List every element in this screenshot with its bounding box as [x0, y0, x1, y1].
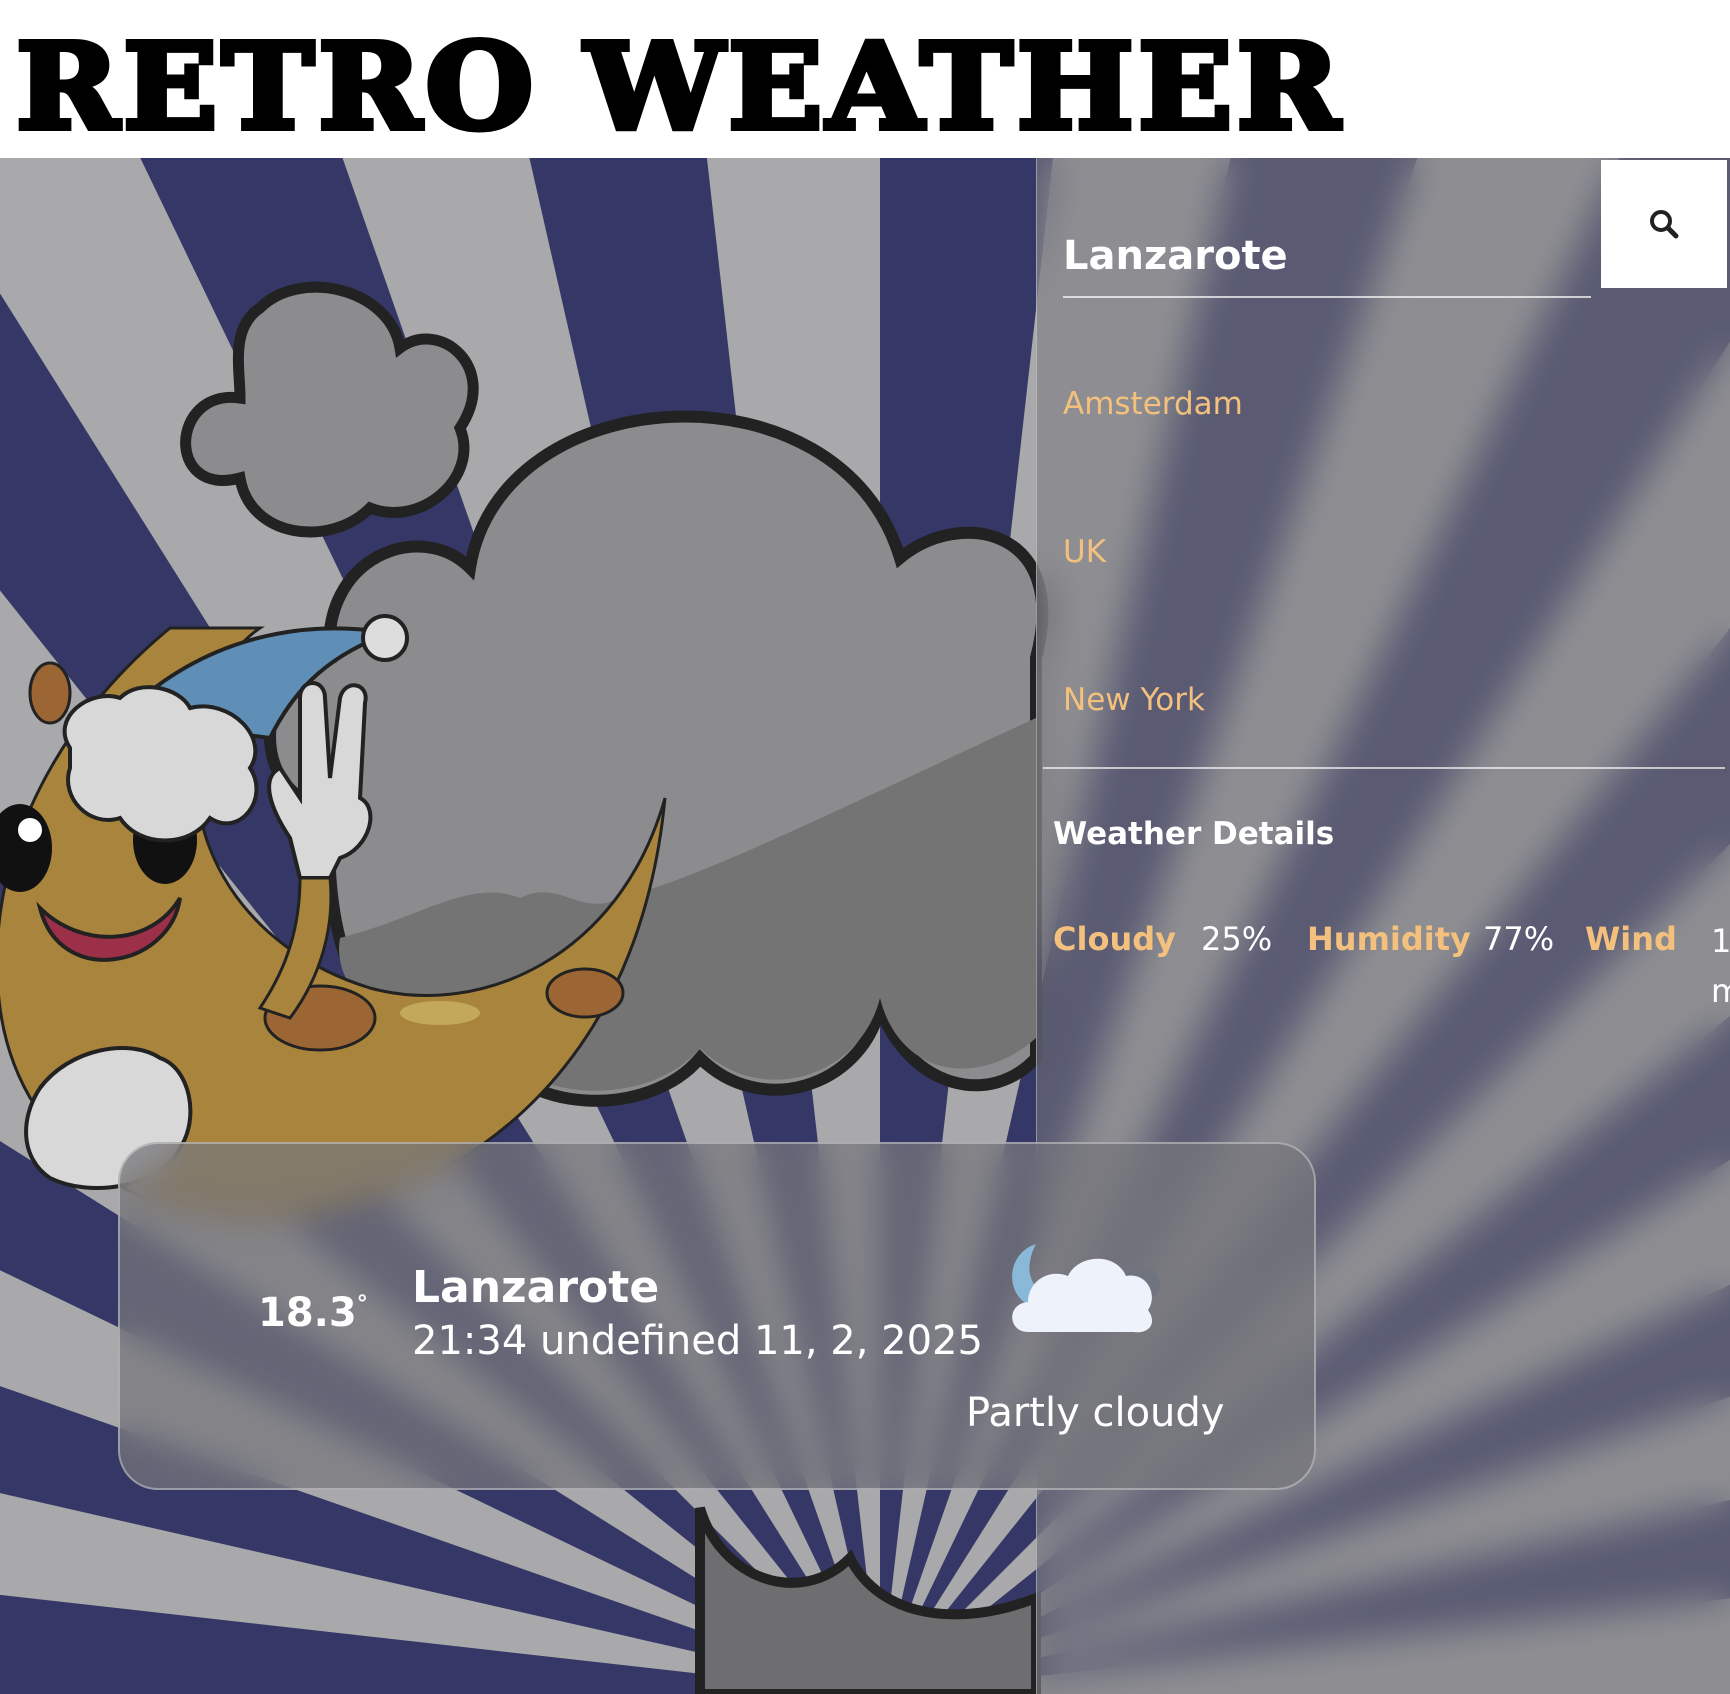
degree-symbol: ° [356, 1292, 368, 1317]
search-input[interactable] [1063, 228, 1591, 298]
search-icon [1650, 210, 1679, 239]
app-header: RETRO WEATHER [0, 0, 1730, 158]
cloudy-value: 25% [1201, 920, 1273, 958]
weather-details-heading: Weather Details [1053, 816, 1335, 852]
background-scene: Amsterdam UK New York Weather Details Cl… [0, 158, 1730, 1694]
humidity-label: Humidity [1307, 920, 1471, 958]
temperature: 18.3° [258, 1290, 368, 1336]
partly-cloudy-night-icon [1012, 1244, 1160, 1333]
humidity-value: 77% [1483, 920, 1555, 958]
panel-divider [1043, 767, 1725, 769]
history-item-new-york[interactable]: New York [1063, 682, 1205, 718]
history-item-uk[interactable]: UK [1063, 534, 1106, 570]
wind-label: Wind [1585, 920, 1677, 958]
temperature-value: 18.3 [258, 1290, 357, 1336]
current-weather-card: 18.3° Lanzarote 21:34 undefined 11, 2, 2… [118, 1142, 1316, 1490]
city-name: Lanzarote [412, 1262, 660, 1313]
date-time: 21:34 undefined 11, 2, 2025 [412, 1318, 983, 1364]
cloudy-label: Cloudy [1053, 920, 1176, 958]
wind-value: 1( m [1711, 922, 1730, 1010]
history-item-amsterdam[interactable]: Amsterdam [1063, 386, 1243, 422]
weather-condition: Partly cloudy [966, 1390, 1225, 1436]
app-title: RETRO WEATHER [13, 17, 1344, 156]
search-button[interactable] [1601, 160, 1727, 288]
